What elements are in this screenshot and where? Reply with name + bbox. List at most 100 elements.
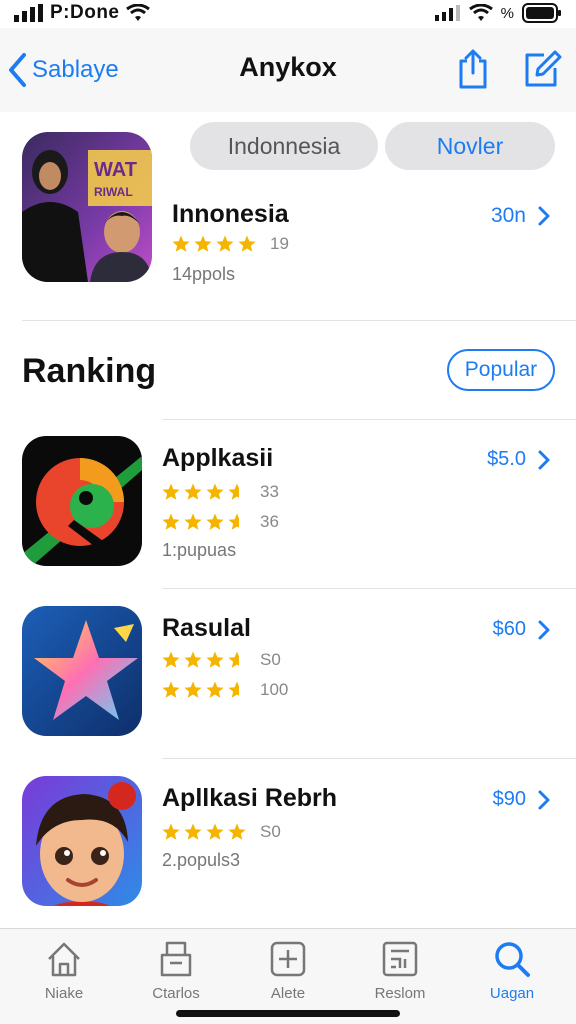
app-artwork-icon — [22, 606, 142, 736]
star-icon — [162, 483, 180, 500]
star-icon — [194, 235, 212, 252]
app-icon[interactable] — [22, 776, 142, 906]
star-rating-icon — [162, 483, 239, 500]
app-name[interactable]: Rasulal — [162, 614, 251, 643]
star-rating-icon — [162, 681, 239, 698]
status-left: P:Done — [14, 2, 150, 24]
app-rating-secondary: 36 — [162, 512, 279, 532]
compose-icon — [525, 50, 562, 87]
rating-count: 36 — [260, 512, 279, 531]
star-icon — [206, 681, 224, 698]
star-icon — [206, 651, 224, 668]
price-button[interactable]: $60 — [493, 618, 554, 641]
list-item[interactable]: Applkasii 33 36 1:pupuas $5.0 — [0, 420, 576, 588]
cellular-signal-icon — [14, 4, 43, 22]
featured-rating-count: 19 — [270, 234, 289, 253]
star-icon — [206, 483, 224, 500]
star-icon — [228, 651, 239, 668]
filter-pill-region[interactable]: Indonnesia — [190, 122, 378, 170]
app-subtitle: 2.populs3 — [162, 850, 241, 870]
featured-section: Indonnesia Novler WAT RIWAL Innonesia 19… — [0, 112, 576, 322]
tab-add[interactable]: Alete — [240, 939, 336, 1002]
app-icon[interactable] — [22, 606, 142, 736]
wifi-icon — [125, 4, 150, 21]
featured-app-name[interactable]: Innonesia — [172, 200, 289, 229]
app-name[interactable]: Applkasii — [162, 444, 273, 473]
star-rating-icon — [172, 235, 256, 252]
home-icon — [48, 942, 80, 977]
star-icon — [184, 823, 202, 840]
featured-app-icon[interactable]: WAT RIWAL — [22, 132, 152, 282]
wifi-icon — [468, 4, 493, 21]
tab-results[interactable]: Reslom — [352, 939, 448, 1002]
compose-button[interactable] — [522, 48, 562, 95]
tab-archive[interactable]: Ctarlos — [128, 939, 224, 1002]
star-icon — [228, 823, 246, 840]
tab-label: Uagan — [489, 985, 535, 1002]
row-divider — [162, 588, 576, 589]
star-icon — [184, 483, 202, 500]
chevron-right-icon — [538, 620, 550, 639]
rating-count: S0 — [260, 822, 281, 841]
star-icon — [216, 235, 234, 252]
app-artwork-icon — [22, 776, 142, 906]
battery-icon — [522, 3, 561, 23]
price-label: $5.0 — [487, 448, 526, 470]
rating-count: S0 — [260, 650, 281, 669]
grid-icon — [382, 941, 418, 977]
svg-text:RIWAL: RIWAL — [94, 185, 133, 199]
price-button[interactable]: $90 — [493, 788, 554, 811]
archive-icon — [160, 941, 192, 977]
navigation-bar: Sablaye Anykox — [0, 28, 576, 112]
section-divider — [22, 320, 576, 321]
star-icon — [228, 681, 239, 698]
featured-price-button[interactable]: 30n — [491, 204, 554, 228]
chevron-right-icon — [538, 206, 550, 226]
chevron-right-icon — [538, 450, 550, 469]
status-time: P:Done — [50, 2, 120, 23]
app-rating-secondary: 100 — [162, 680, 288, 700]
tab-label: Niake — [44, 985, 84, 1002]
rating-count: 100 — [260, 680, 289, 699]
featured-rating: 19 — [172, 234, 289, 254]
tab-search[interactable]: Uagan — [464, 939, 560, 1002]
tab-label: Ctarlos — [152, 985, 200, 1002]
battery-percent: % — [500, 4, 514, 22]
row-divider — [162, 758, 576, 759]
tab-label: Reslom — [374, 985, 426, 1002]
app-artwork-icon — [22, 436, 142, 566]
star-icon — [206, 823, 224, 840]
star-icon — [162, 651, 180, 668]
plus-square-icon — [270, 941, 306, 977]
price-button[interactable]: $5.0 — [487, 448, 554, 471]
list-item[interactable]: Rasulal S0 100 $60 — [0, 590, 576, 758]
price-label: $90 — [492, 788, 526, 810]
share-button[interactable] — [456, 48, 490, 95]
star-icon — [184, 681, 202, 698]
filter-pill-category[interactable]: Novler — [385, 122, 555, 170]
star-icon — [228, 483, 239, 500]
app-icon[interactable] — [22, 436, 142, 566]
search-icon — [495, 942, 530, 977]
price-label: $60 — [492, 618, 526, 640]
star-icon — [238, 235, 256, 252]
star-rating-icon — [162, 651, 239, 668]
list-item[interactable]: Apllkasi Rebrh S0 2.populs3 $90 — [0, 760, 576, 928]
star-icon — [184, 513, 202, 530]
tab-label: Alete — [270, 985, 306, 1002]
star-icon — [162, 681, 180, 698]
tab-home[interactable]: Niake — [16, 939, 112, 1002]
rating-count: 33 — [260, 482, 279, 501]
star-icon — [162, 823, 180, 840]
app-name[interactable]: Apllkasi Rebrh — [162, 784, 337, 813]
featured-artwork-icon: WAT RIWAL — [22, 132, 152, 282]
svg-text:WAT: WAT — [94, 159, 137, 181]
home-indicator[interactable] — [176, 1010, 400, 1017]
star-icon — [228, 513, 239, 530]
star-icon — [206, 513, 224, 530]
sort-popular-button[interactable]: Popular — [447, 349, 555, 391]
star-icon — [162, 513, 180, 530]
star-icon — [184, 651, 202, 668]
app-rating: S0 — [162, 822, 281, 842]
star-rating-icon — [162, 513, 239, 530]
